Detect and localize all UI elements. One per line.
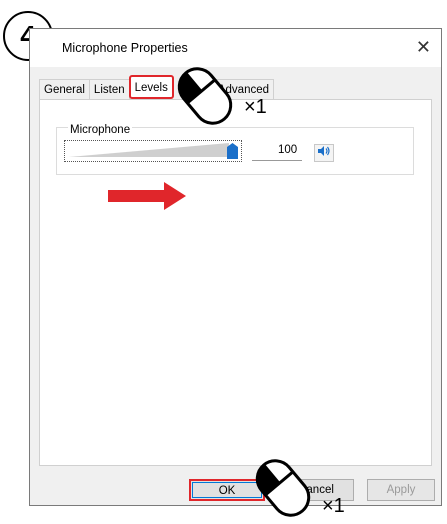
levels-panel: Microphone 100	[39, 99, 432, 466]
speaker-glyph	[318, 146, 330, 156]
red-arrow-icon	[108, 182, 186, 210]
tab-levels[interactable]: Levels	[128, 75, 174, 99]
click-count-tab: ×1	[244, 96, 267, 118]
speaker-icon[interactable]	[314, 144, 334, 162]
tab-general[interactable]: General	[39, 79, 90, 99]
microphone-group-label: Microphone	[68, 124, 133, 136]
window-title: Microphone Properties	[62, 41, 188, 55]
mouse-click-icon	[177, 67, 233, 125]
level-value-underline	[252, 160, 302, 161]
slider-track	[69, 143, 229, 157]
level-value: 100	[278, 144, 298, 156]
close-icon[interactable]: ✕	[416, 37, 431, 58]
mouse-click-icon	[255, 459, 311, 517]
click-count-ok: ×1	[322, 495, 345, 517]
tab-listen[interactable]: Listen	[88, 79, 130, 99]
apply-button[interactable]: Apply	[367, 479, 435, 501]
microphone-level-slider[interactable]	[64, 140, 242, 162]
